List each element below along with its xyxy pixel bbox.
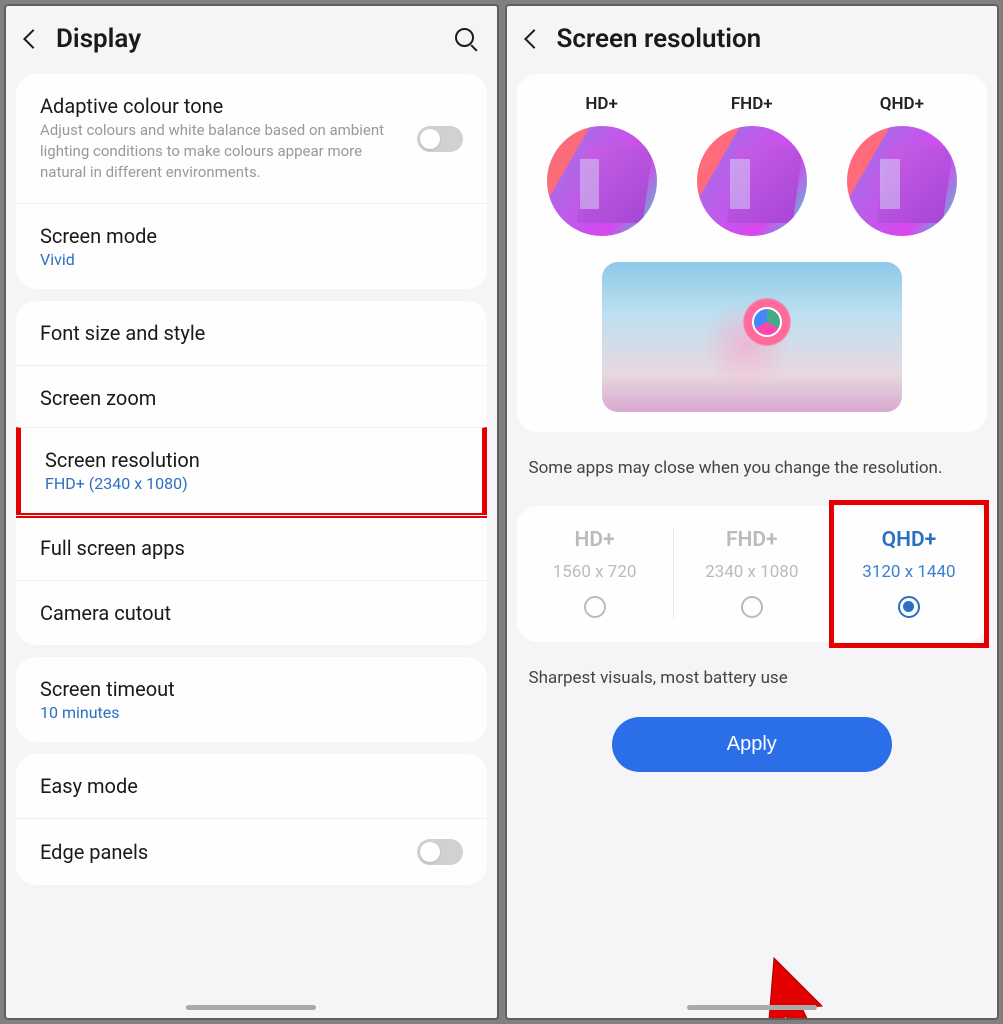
option-qhd[interactable]: QHD+ 3120 x 1440 [830, 528, 987, 618]
resolution-options: HD+ 1560 x 720 FHD+ 2340 x 1080 QHD+ 312… [517, 506, 988, 642]
setting-title: Screen mode [40, 224, 463, 248]
row-screen-zoom[interactable]: Screen zoom [16, 365, 487, 430]
info-text: Some apps may close when you change the … [507, 438, 998, 500]
card-font-zoom-res: Font size and style Screen zoom Screen r… [16, 301, 487, 645]
preview-hd: HD+ [547, 94, 657, 236]
row-camera-cutout[interactable]: Camera cutout [16, 580, 487, 645]
setting-value: Vivid [40, 250, 463, 269]
preview-row: HD+ FHD+ QHD+ [517, 74, 988, 246]
option-hd[interactable]: HD+ 1560 x 720 [517, 528, 673, 618]
option-name: QHD+ [882, 528, 937, 552]
preview-image-icon [847, 126, 957, 236]
setting-title: Adaptive colour tone [40, 94, 405, 118]
page-title: Screen resolution [557, 24, 978, 54]
preview-label: HD+ [547, 94, 657, 114]
preview-label: QHD+ [847, 94, 957, 114]
wallpaper-preview-icon [602, 262, 902, 412]
header: Screen resolution [507, 6, 998, 68]
search-icon[interactable] [455, 28, 477, 50]
setting-title: Font size and style [40, 321, 463, 345]
back-icon[interactable] [23, 29, 43, 49]
radio-icon [741, 596, 763, 618]
screen-resolution-screen: Screen resolution HD+ FHD+ QHD+ Some app… [505, 4, 1000, 1020]
option-name: HD+ [575, 528, 615, 552]
preview-image-icon [697, 126, 807, 236]
setting-title: Camera cutout [40, 601, 463, 625]
display-settings-screen: Display Adaptive colour tone Adjust colo… [4, 4, 499, 1020]
setting-value: 10 minutes [40, 703, 463, 722]
radio-icon [584, 596, 606, 618]
setting-title: Screen timeout [40, 677, 463, 701]
home-indicator[interactable] [186, 1005, 316, 1010]
option-fhd[interactable]: FHD+ 2340 x 1080 [673, 528, 830, 618]
home-indicator[interactable] [687, 1005, 817, 1010]
setting-value: FHD+ (2340 x 1080) [45, 474, 458, 493]
card-easy-edge: Easy mode Edge panels [16, 754, 487, 885]
card-timeout: Screen timeout 10 minutes [16, 657, 487, 742]
option-name: FHD+ [726, 528, 778, 552]
card-adaptive: Adaptive colour tone Adjust colours and … [16, 74, 487, 289]
row-screen-resolution[interactable]: Screen resolution FHD+ (2340 x 1080) [16, 427, 487, 518]
row-full-screen-apps[interactable]: Full screen apps [16, 515, 487, 580]
back-icon[interactable] [524, 29, 544, 49]
row-edge-panels[interactable]: Edge panels [16, 818, 487, 885]
row-adaptive-colour-tone[interactable]: Adaptive colour tone Adjust colours and … [16, 74, 487, 203]
radio-icon [898, 596, 920, 618]
preview-qhd: QHD+ [847, 94, 957, 236]
option-dimensions: 2340 x 1080 [705, 562, 798, 582]
setting-title: Edge panels [40, 840, 405, 864]
option-dimensions: 3120 x 1440 [862, 562, 955, 582]
page-title: Display [56, 24, 439, 54]
row-screen-timeout[interactable]: Screen timeout 10 minutes [16, 657, 487, 742]
toggle-edge-panels[interactable] [417, 839, 463, 865]
setting-desc: Adjust colours and white balance based o… [40, 120, 405, 183]
row-easy-mode[interactable]: Easy mode [16, 754, 487, 818]
setting-title: Screen resolution [45, 448, 458, 472]
apply-button[interactable]: Apply [612, 717, 892, 772]
header: Display [6, 6, 497, 68]
card-preview: HD+ FHD+ QHD+ [517, 74, 988, 432]
setting-title: Easy mode [40, 774, 463, 798]
option-dimensions: 1560 x 720 [553, 562, 637, 582]
toggle-adaptive[interactable] [417, 126, 463, 152]
row-font-size[interactable]: Font size and style [16, 301, 487, 365]
row-screen-mode[interactable]: Screen mode Vivid [16, 203, 487, 289]
preview-label: FHD+ [697, 94, 807, 114]
preview-fhd: FHD+ [697, 94, 807, 236]
selected-description: Sharpest visuals, most battery use [507, 648, 998, 710]
setting-title: Full screen apps [40, 536, 463, 560]
setting-title: Screen zoom [40, 386, 463, 410]
preview-image-icon [547, 126, 657, 236]
